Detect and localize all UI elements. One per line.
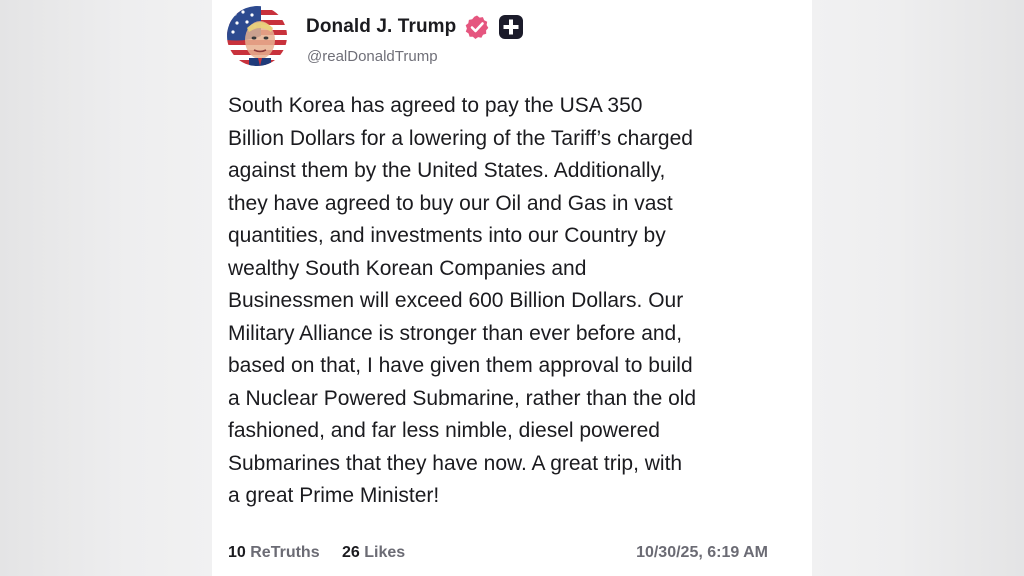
retruths-label: ReTruths bbox=[250, 544, 320, 561]
retruths-stat[interactable]: 10 ReTruths bbox=[228, 544, 320, 562]
post-body-text: South Korea has agreed to pay the USA 35… bbox=[228, 94, 697, 507]
avatar-flag-portrait-icon bbox=[227, 6, 287, 66]
background-right bbox=[812, 0, 1024, 576]
likes-label: Likes bbox=[364, 544, 406, 561]
avatar[interactable] bbox=[227, 6, 287, 66]
author-name-row: Donald J. Trump bbox=[306, 12, 524, 42]
verified-badge-icon bbox=[464, 14, 490, 40]
likes-stat[interactable]: 26 Likes bbox=[342, 544, 405, 562]
retruths-count: 10 bbox=[228, 544, 246, 561]
plus-badge-icon[interactable] bbox=[498, 14, 524, 40]
author-display-name[interactable]: Donald J. Trump bbox=[306, 16, 456, 38]
post-card: Donald J. Trump @realDonaldTrump South K… bbox=[212, 0, 812, 576]
post-timestamp[interactable]: 10/30/25, 6:19 AM bbox=[636, 544, 768, 562]
likes-count: 26 bbox=[342, 544, 360, 561]
background-left bbox=[0, 0, 212, 576]
author-handle[interactable]: @realDonaldTrump bbox=[307, 48, 438, 65]
post-footer: 10 ReTruths 26 Likes 10/30/25, 6:19 AM bbox=[228, 544, 768, 568]
